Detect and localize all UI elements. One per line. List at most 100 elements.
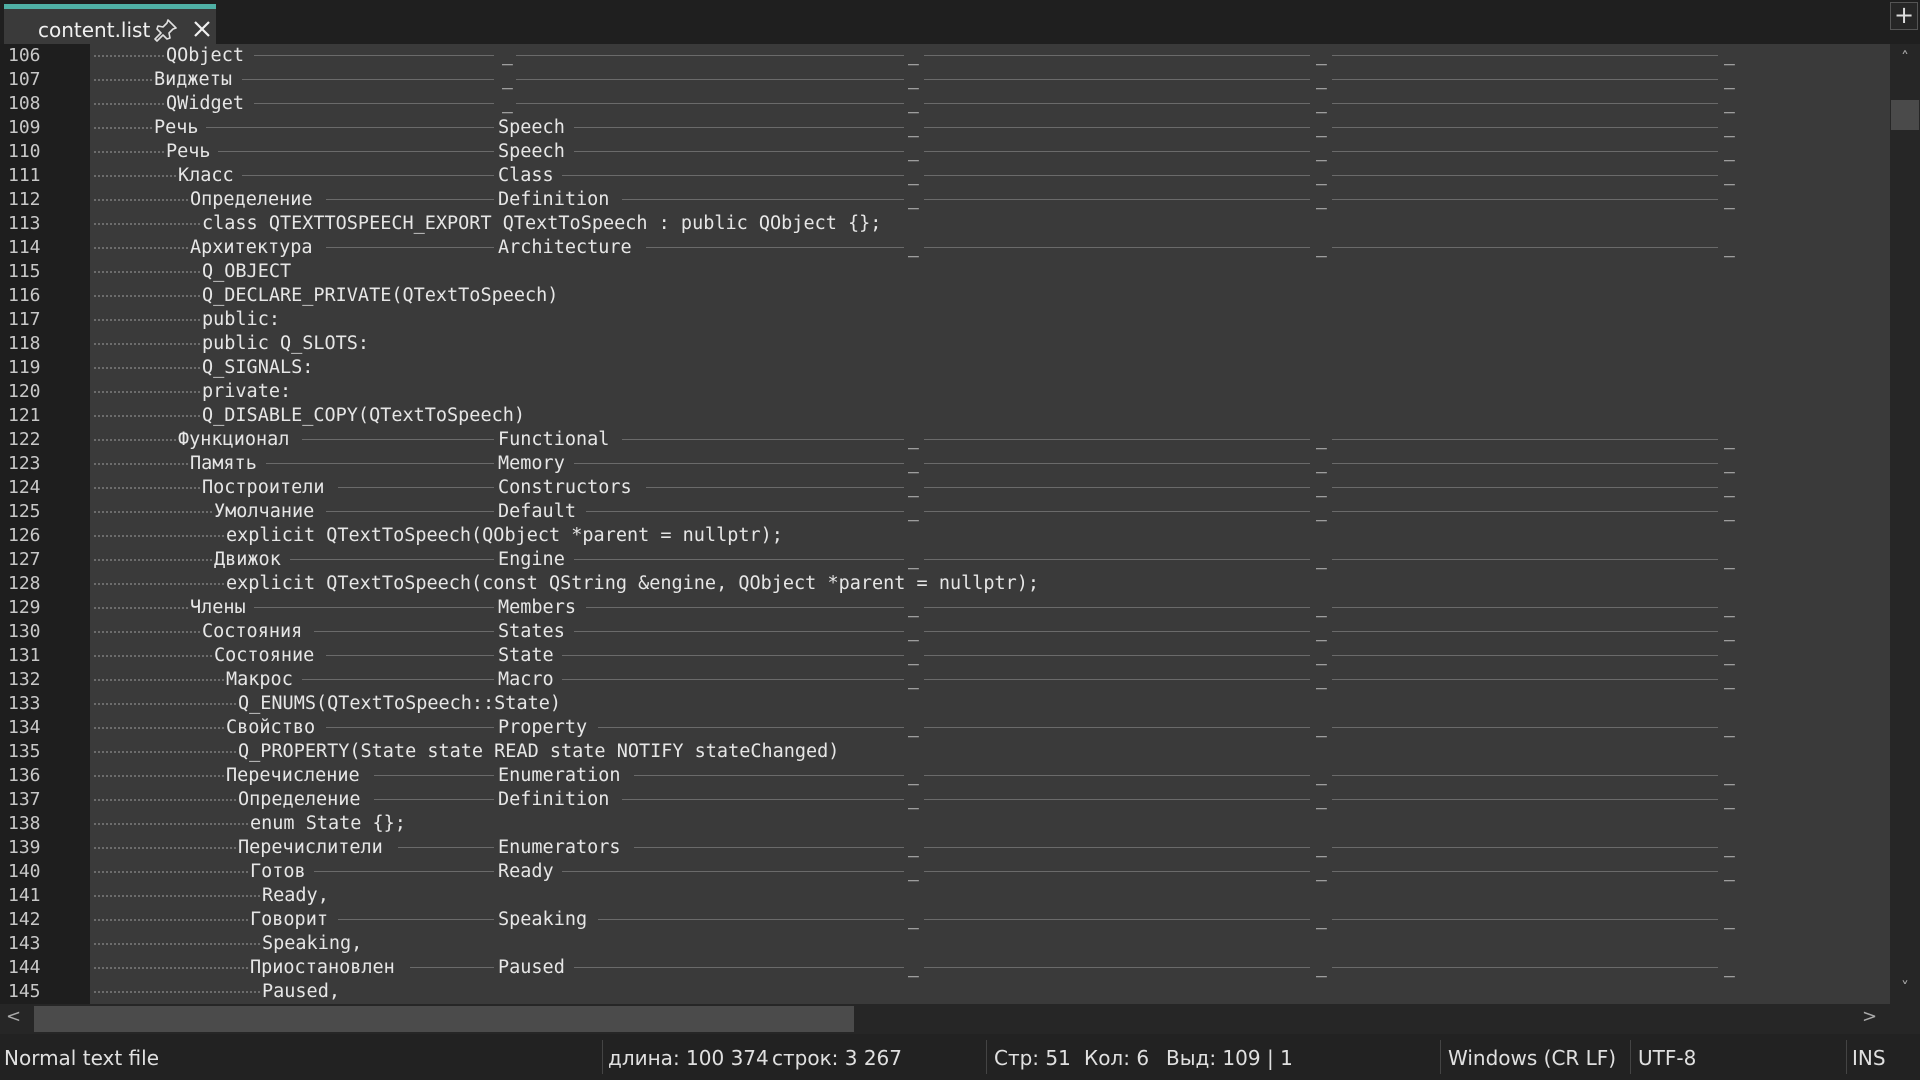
tab-arrow: [924, 631, 1310, 632]
field-placeholder: _: [908, 789, 919, 810]
editor-line[interactable]: 110 Речь Speech _ _ _: [0, 140, 1890, 164]
editor-line[interactable]: 118 public Q_SLOTS:: [0, 332, 1890, 356]
vertical-scroll-thumb[interactable]: [1891, 100, 1919, 130]
scroll-left-icon[interactable]: <: [6, 1006, 21, 1027]
editor-line[interactable]: 126 explicit QTextToSpeech(QObject *paren…: [0, 524, 1890, 548]
field-placeholder: _: [908, 141, 919, 162]
editor-line[interactable]: 116 Q_DECLARE_PRIVATE(QTextToSpeech): [0, 284, 1890, 308]
field-placeholder: _: [908, 597, 919, 618]
field-placeholder: _: [1724, 453, 1735, 474]
editor-line[interactable]: 138 enum State {};: [0, 812, 1890, 836]
line-translation: Speech: [498, 141, 565, 162]
vertical-scrollbar[interactable]: [1890, 44, 1920, 1004]
editor-line[interactable]: 132 Макрос Macro _ _ _: [0, 668, 1890, 692]
line-text: Говорит: [250, 909, 328, 930]
editor-line[interactable]: 139 Перечислители Enumerators _ _ _: [0, 836, 1890, 860]
editor-line[interactable]: 129 Члены Members _ _ _: [0, 596, 1890, 620]
editor-line[interactable]: 143 Speaking,: [0, 932, 1890, 956]
editor-line[interactable]: 136 Перечисление Enumeration _ _ _: [0, 764, 1890, 788]
editor-line[interactable]: 131 Состояние State _ _ _: [0, 644, 1890, 668]
tab-arrow: [1332, 727, 1718, 728]
field-placeholder: _: [1316, 69, 1327, 90]
line-text: QWidget: [166, 93, 244, 114]
editor-line[interactable]: 108 QWidget _ _ _ _: [0, 92, 1890, 116]
editor-line[interactable]: 140 Готов Ready _ _ _: [0, 860, 1890, 884]
editor-line[interactable]: 107 Виджеты _ _ _ _: [0, 68, 1890, 92]
pin-icon[interactable]: [154, 18, 178, 42]
editor-line[interactable]: 133 Q_ENUMS(QTextToSpeech::State): [0, 692, 1890, 716]
line-text: Q_DECLARE_PRIVATE(QTextToSpeech): [202, 285, 559, 306]
field-placeholder: _: [1316, 765, 1327, 786]
editor-line[interactable]: 135 Q_PROPERTY(State state READ state NOT…: [0, 740, 1890, 764]
editor-line[interactable]: 109 Речь Speech _ _ _: [0, 116, 1890, 140]
editor-line[interactable]: 124 Построители Constructors _ _ _: [0, 476, 1890, 500]
tab-arrow: [338, 487, 494, 488]
field-placeholder: _: [1316, 165, 1327, 186]
horizontal-scroll-thumb[interactable]: [34, 1006, 854, 1032]
indent-whitespace: [94, 271, 200, 275]
editor-line[interactable]: 127 Движок Engine _ _ _: [0, 548, 1890, 572]
editor-line[interactable]: 128 explicit QTextToSpeech(const QString …: [0, 572, 1890, 596]
indent-whitespace: [94, 127, 152, 131]
editor-line[interactable]: 134 Свойство Property _ _ _: [0, 716, 1890, 740]
editor-line[interactable]: 123 Память Memory _ _ _: [0, 452, 1890, 476]
tab-arrow: [574, 559, 904, 560]
close-icon[interactable]: [192, 19, 212, 39]
editor-line[interactable]: 144 Приостановлен Paused _ _ _: [0, 956, 1890, 980]
tab-arrow: [206, 127, 494, 128]
field-placeholder: _: [908, 477, 919, 498]
status-insert-mode[interactable]: INS: [1852, 1046, 1886, 1070]
line-text: Q_SIGNALS:: [202, 357, 314, 378]
editor-line[interactable]: 115 Q_OBJECT: [0, 260, 1890, 284]
line-number: 140: [8, 861, 41, 882]
line-number: 121: [8, 405, 41, 426]
editor-line[interactable]: 112 Определение Definition _ _ _: [0, 188, 1890, 212]
editor-line[interactable]: 106 QObject _ _ _ _: [0, 44, 1890, 68]
line-number: 111: [8, 165, 41, 186]
editor-line[interactable]: 114 Архитектура Architecture _ _ _: [0, 236, 1890, 260]
editor-line[interactable]: 111 Класс Class _ _ _: [0, 164, 1890, 188]
scroll-up-icon[interactable]: ˄: [1890, 48, 1920, 68]
indent-whitespace: [94, 871, 248, 875]
status-eol[interactable]: Windows (CR LF): [1448, 1046, 1616, 1070]
status-lines-count: строк: 3 267: [772, 1046, 903, 1070]
add-tab-button[interactable]: +: [1890, 2, 1918, 30]
editor-line[interactable]: 113 class QTEXTTOSPEECH_EXPORT QTextToSpe…: [0, 212, 1890, 236]
line-translation: State: [498, 645, 554, 666]
editor-line[interactable]: 142 Говорит Speaking _ _ _: [0, 908, 1890, 932]
line-number: 145: [8, 981, 41, 1002]
status-length: длина: 100 374: [608, 1046, 769, 1070]
editor-line[interactable]: 121 Q_DISABLE_COPY(QTextToSpeech): [0, 404, 1890, 428]
editor-line[interactable]: 141 Ready,: [0, 884, 1890, 908]
line-number: 128: [8, 573, 41, 594]
tab-content-list[interactable]: content.list: [4, 4, 216, 44]
tab-arrow: [326, 727, 494, 728]
tab-arrow: [1332, 847, 1718, 848]
field-placeholder: _: [1316, 837, 1327, 858]
tab-arrow: [1332, 487, 1718, 488]
tab-arrow: [574, 967, 904, 968]
editor-line[interactable]: 125 Умолчание Default _ _ _: [0, 500, 1890, 524]
editor-line[interactable]: 117 public:: [0, 308, 1890, 332]
editor-line[interactable]: 130 Состояния States _ _ _: [0, 620, 1890, 644]
scroll-right-icon[interactable]: >: [1862, 1006, 1877, 1027]
field-placeholder: _: [908, 69, 919, 90]
editor-line[interactable]: 137 Определение Definition _ _ _: [0, 788, 1890, 812]
editor-line[interactable]: 122 Функционал Functional _ _ _: [0, 428, 1890, 452]
editor-line[interactable]: 119 Q_SIGNALS:: [0, 356, 1890, 380]
tab-arrow: [242, 175, 494, 176]
status-file-type: Normal text file: [4, 1046, 160, 1070]
scroll-down-icon[interactable]: ˅: [1890, 978, 1920, 998]
editor-line[interactable]: 120 private:: [0, 380, 1890, 404]
indent-whitespace: [94, 703, 236, 707]
editor-line[interactable]: 145 Paused,: [0, 980, 1890, 1004]
status-encoding[interactable]: UTF-8: [1638, 1046, 1696, 1070]
field-placeholder: _: [1724, 669, 1735, 690]
editor-area[interactable]: 106 QObject _ _ _ _ 107 Виджеты _ _ _ _ 108 QWidget _ _…: [0, 44, 1890, 1004]
line-number: 107: [8, 69, 41, 90]
tab-arrow: [516, 79, 904, 80]
line-translation: Definition: [498, 789, 610, 810]
tab-arrow: [254, 55, 494, 56]
tab-arrow: [622, 799, 904, 800]
tab-arrow: [410, 967, 494, 968]
